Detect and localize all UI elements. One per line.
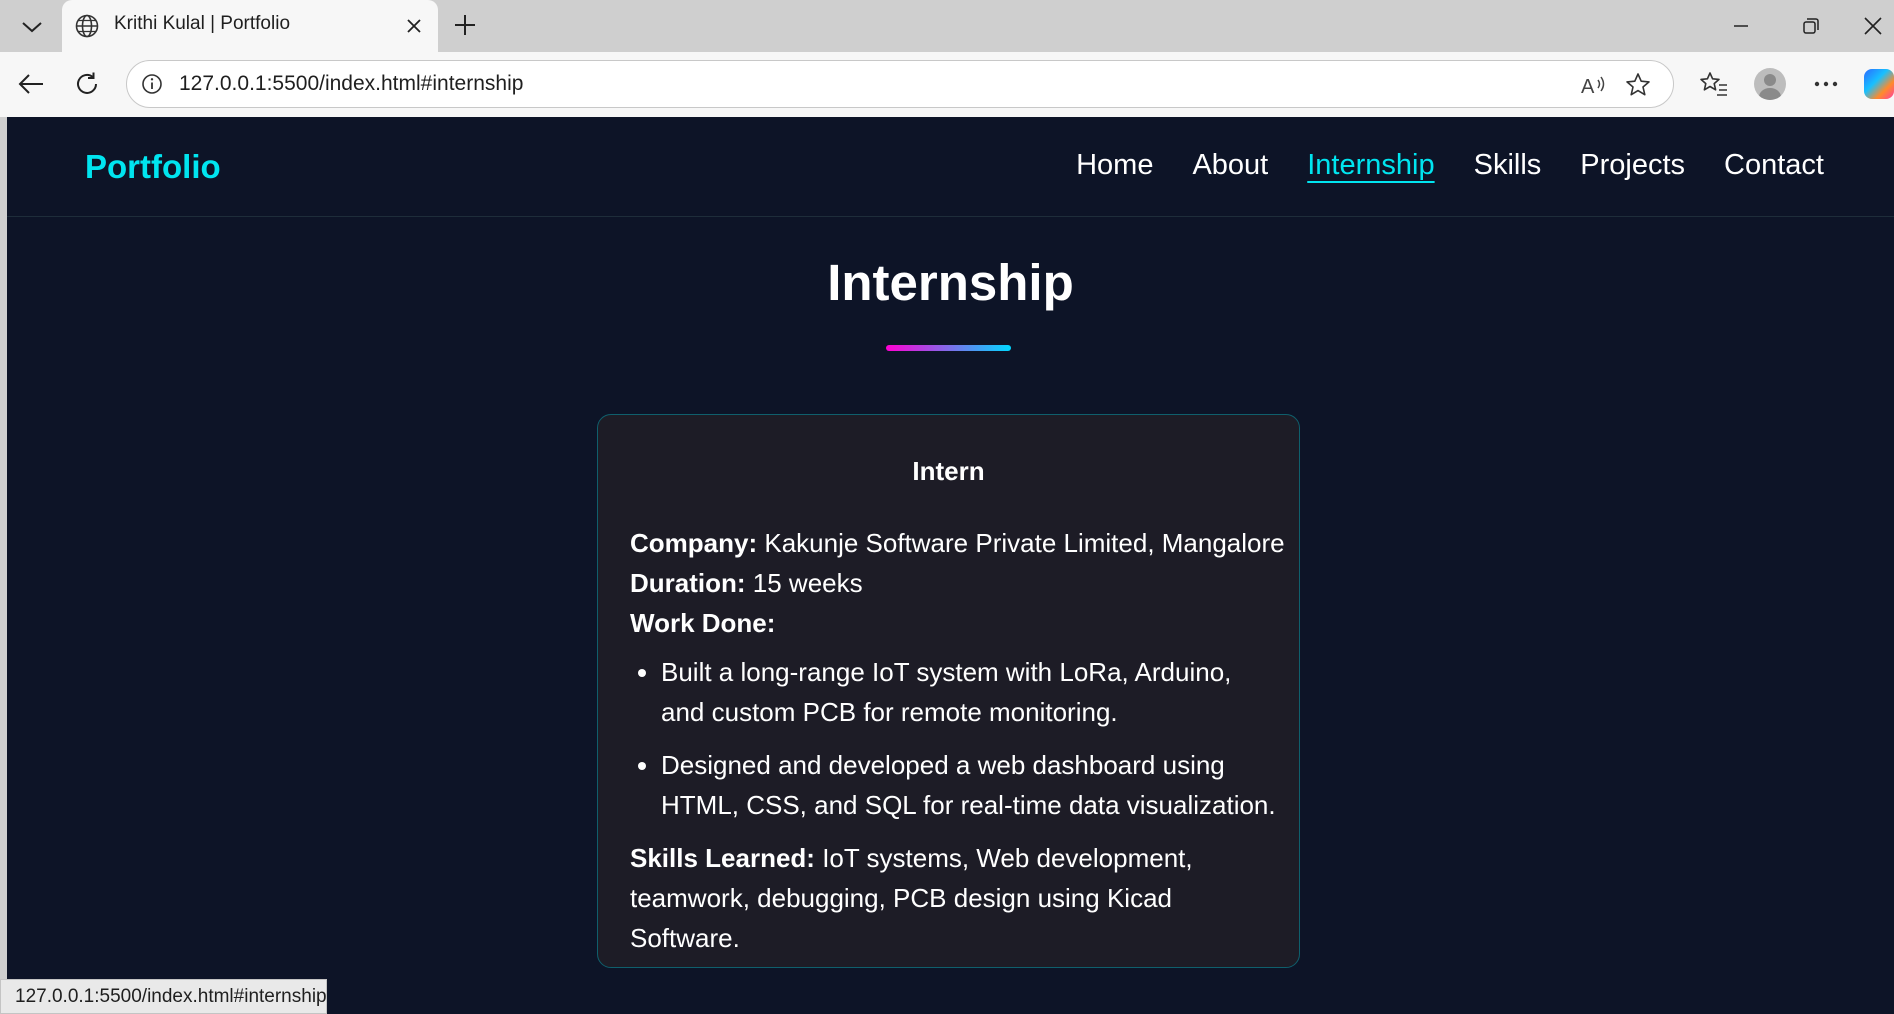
- more-icon[interactable]: [1808, 66, 1844, 102]
- nav-link-contact[interactable]: Contact: [1724, 149, 1824, 182]
- internship-card: Intern Company: Kakunje Software Private…: [597, 414, 1300, 968]
- status-bar-url: 127.0.0.1:5500/index.html#internship: [0, 979, 327, 1014]
- favorites-icon[interactable]: [1696, 66, 1732, 102]
- site-logo[interactable]: Portfolio: [85, 148, 221, 186]
- close-icon[interactable]: [400, 12, 428, 40]
- work-done-label: Work Done:: [630, 608, 776, 638]
- copilot-icon[interactable]: [1864, 66, 1894, 102]
- company-value: Kakunje Software Private Limited, Mangal…: [757, 528, 1285, 558]
- profile-icon[interactable]: [1752, 66, 1788, 102]
- nav-link-about[interactable]: About: [1192, 149, 1268, 182]
- nav-link-internship[interactable]: Internship: [1307, 149, 1434, 182]
- company-label: Company:: [630, 528, 758, 558]
- skills-label: Skills Learned:: [630, 843, 815, 873]
- back-icon[interactable]: [13, 66, 49, 102]
- globe-icon: [74, 13, 100, 39]
- refresh-icon[interactable]: [69, 66, 105, 102]
- role-title: Intern: [912, 456, 985, 486]
- read-aloud-icon[interactable]: A: [1579, 70, 1609, 100]
- section-title: Internship: [827, 254, 1074, 311]
- info-icon[interactable]: [139, 71, 165, 97]
- browser-toolbar: 127.0.0.1:5500/index.html#internship A: [0, 52, 1894, 117]
- browser-tab[interactable]: Krithi Kulal | Portfolio: [62, 0, 438, 52]
- duration-line: Duration: 15 weeks: [630, 563, 1280, 603]
- nav-link-home[interactable]: Home: [1076, 149, 1153, 182]
- title-underline: [886, 345, 1011, 351]
- nav-link-skills[interactable]: Skills: [1474, 149, 1542, 182]
- plus-icon[interactable]: [448, 8, 482, 42]
- minimize-icon[interactable]: [1712, 4, 1770, 48]
- duration-value: 15 weeks: [745, 568, 863, 598]
- duration-label: Duration:: [630, 568, 746, 598]
- company-line: Company: Kakunje Software Private Limite…: [630, 523, 1285, 563]
- work-item: Built a long-range IoT system with LoRa,…: [661, 652, 1280, 732]
- skills-learned: Skills Learned: IoT systems, Web develop…: [630, 838, 1280, 958]
- work-item: Designed and developed a web dashboard u…: [661, 745, 1280, 825]
- tab-list-icon[interactable]: [12, 10, 52, 44]
- svg-text:A: A: [1581, 76, 1595, 98]
- tab-title: Krithi Kulal | Portfolio: [114, 13, 291, 34]
- card-body: Company: Kakunje Software Private Limite…: [630, 523, 1285, 958]
- restore-icon[interactable]: [1782, 4, 1840, 48]
- address-bar[interactable]: 127.0.0.1:5500/index.html#internship A: [126, 60, 1674, 108]
- site-navbar: Portfolio Home About Internship Skills P…: [7, 117, 1894, 217]
- url-text[interactable]: 127.0.0.1:5500/index.html#internship: [179, 72, 523, 96]
- window-close-icon[interactable]: [1852, 4, 1894, 48]
- work-list: Built a long-range IoT system with LoRa,…: [630, 652, 1280, 825]
- nav-link-projects[interactable]: Projects: [1580, 149, 1685, 182]
- nav-menu: Home About Internship Skills Projects Co…: [1076, 149, 1824, 182]
- page-viewport: Portfolio Home About Internship Skills P…: [7, 117, 1894, 1014]
- work-done-line: Work Done:: [630, 603, 1280, 643]
- star-icon[interactable]: [1623, 70, 1653, 100]
- tab-bar: Krithi Kulal | Portfolio: [0, 0, 1894, 52]
